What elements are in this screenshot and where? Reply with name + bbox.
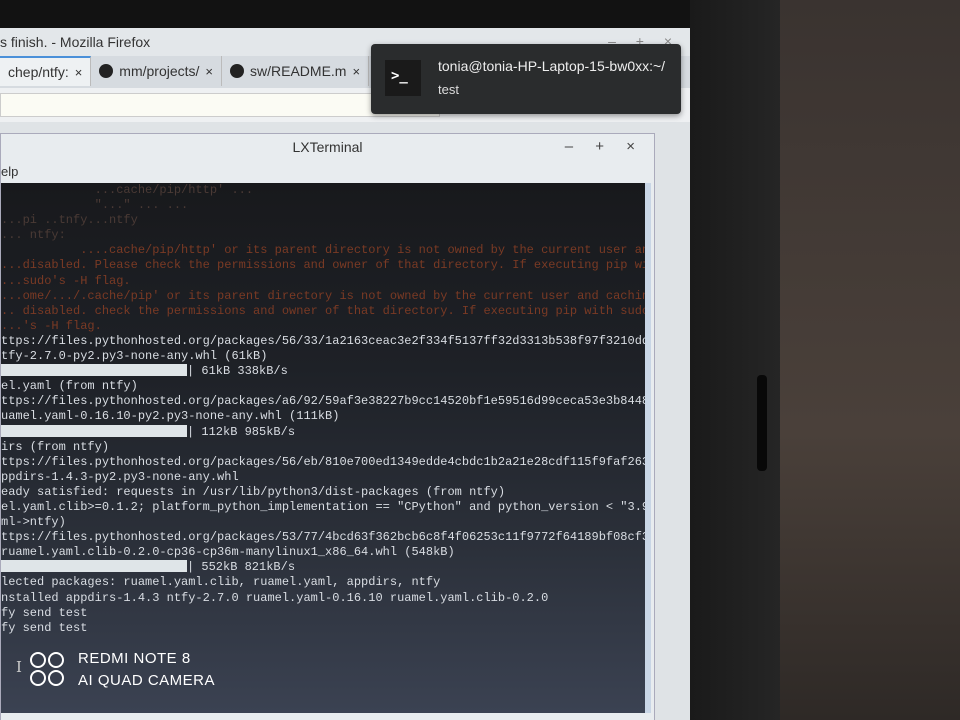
terminal-line: lected packages: ruamel.yaml.clib, ruame…: [1, 575, 651, 590]
terminal-line: ...pi ..tnfy...ntfy: [1, 213, 651, 228]
line-text: "..." ... ...: [1, 198, 189, 213]
desktop-notification[interactable]: >_ tonia@tonia-HP-Laptop-15-bw0xx:~/ tes…: [371, 44, 681, 114]
notification-title: tonia@tonia-HP-Laptop-15-bw0xx:~/: [438, 58, 666, 74]
line-text: | 552kB 821kB/s: [187, 560, 296, 575]
terminal-line: ...ome/.../.cache/pip' or its parent dir…: [1, 289, 651, 304]
laptop-bezel-right: [690, 0, 785, 720]
line-text: ttps://files.pythonhosted.org/packages/5…: [1, 333, 651, 348]
terminal-titlebar[interactable]: LXTerminal – + ×: [1, 134, 654, 161]
terminal-line: | 552kB 821kB/s: [1, 560, 651, 575]
terminal-line: ttps://files.pythonhosted.org/packages/a…: [1, 394, 651, 409]
close-icon[interactable]: ×: [352, 64, 360, 79]
terminal-line: ...'s -H flag.: [1, 319, 651, 334]
tab-readme[interactable]: sw/README.m ×: [222, 56, 370, 86]
terminal-line: ... ntfy:: [1, 228, 651, 243]
terminal-line: ...disabled. Please check the permission…: [1, 258, 651, 273]
terminal-line: ...sudo's -H flag.: [1, 274, 651, 289]
terminal-line: irs (from ntfy): [1, 440, 651, 455]
line-text: ttps://files.pythonhosted.org/packages/5…: [1, 530, 651, 545]
terminal-line: fy send test: [1, 621, 651, 636]
firefox-title: s finish. - Mozilla Firefox: [0, 34, 151, 50]
watermark-model: REDMI NOTE 8: [78, 650, 191, 667]
terminal-line: ppdirs-1.4.3-py2.py3-none-any.whl: [1, 470, 651, 485]
line-text: ...cache/pip/http' ...: [1, 183, 254, 197]
terminal-line: | 112kB 985kB/s: [1, 424, 651, 440]
terminal-menubar: elp: [1, 161, 654, 183]
terminal-line: eady satisfied: requests in /usr/lib/pyt…: [1, 485, 651, 500]
line-text: irs (from ntfy): [1, 439, 110, 454]
progress-bar: [1, 364, 187, 377]
terminal-line: ...cache/pip/http' ...: [1, 183, 651, 198]
terminal-line: el.yaml (from ntfy): [1, 379, 651, 394]
line-text: | 112kB 985kB/s: [187, 424, 296, 439]
notification-body: test: [438, 82, 459, 97]
line-text: ttps://files.pythonhosted.org/packages/a…: [1, 394, 651, 409]
tab-ntfy[interactable]: chep/ntfy: ×: [0, 56, 92, 86]
line-text: el.yaml.clib>=0.1.2; platform_python_imp…: [1, 499, 651, 514]
camera-watermark: REDMI NOTE 8 AI QUAD CAMERA: [30, 648, 215, 692]
terminal-line: ....cache/pip/http' or its parent direct…: [1, 243, 651, 258]
terminal-line: tfy-2.7.0-py2.py3-none-any.whl (61kB): [1, 349, 651, 364]
progress-bar: [1, 424, 187, 437]
terminal-line: fy send test: [1, 606, 651, 621]
progress-bar: [1, 560, 187, 573]
background: [780, 0, 960, 720]
line-text: nstalled appdirs-1.4.3 ntfy-2.7.0 ruamel…: [1, 590, 549, 605]
close-icon[interactable]: ×: [205, 64, 213, 79]
watermark-camera: AI QUAD CAMERA: [78, 672, 216, 689]
screen: s finish. - Mozilla Firefox – + × chep/n…: [0, 28, 690, 720]
terminal-scrollbar[interactable]: [645, 183, 651, 713]
line-text: el.yaml (from ntfy): [1, 379, 138, 394]
line-text: uamel.yaml-0.16.10-py2.py3-none-any.whl …: [1, 409, 340, 424]
terminal-line: ttps://files.pythonhosted.org/packages/5…: [1, 334, 651, 349]
github-icon: [99, 64, 114, 78]
menu-help[interactable]: elp: [1, 164, 18, 179]
terminal-line: uamel.yaml-0.16.10-py2.py3-none-any.whl …: [1, 409, 651, 424]
line-text: ppdirs-1.4.3-py2.py3-none-any.whl: [1, 469, 239, 484]
tab-label: sw/README.m: [250, 63, 347, 79]
terminal-output[interactable]: ...cache/pip/http' ... "..." ... ... ...p…: [1, 183, 651, 713]
terminal-line: el.yaml.clib>=0.1.2; platform_python_imp…: [1, 500, 651, 515]
terminal-line: | 61kB 338kB/s: [1, 364, 651, 379]
line-text: ...'s -H flag.: [1, 318, 102, 333]
line-text: | 61kB 338kB/s: [187, 364, 288, 379]
terminal-line: "..." ... ...: [1, 198, 651, 213]
terminal-icon: >_: [385, 60, 421, 96]
line-text: ...disabled. Please check the permission…: [1, 258, 651, 273]
line-text: lected packages: ruamel.yaml.clib, ruame…: [1, 575, 441, 590]
laptop-side-slot: [757, 375, 767, 471]
line-text: .. disabled. check the permissions and o…: [1, 303, 651, 318]
tab-projects[interactable]: mm/projects/ ×: [91, 56, 223, 86]
terminal-window-controls[interactable]: – + ×: [565, 138, 644, 155]
terminal-line: ttps://files.pythonhosted.org/packages/5…: [1, 530, 651, 545]
lxterminal-window: LXTerminal – + × elp ...cache/pip/http' …: [0, 133, 655, 720]
close-icon[interactable]: ×: [75, 65, 83, 80]
terminal-title: LXTerminal: [292, 139, 363, 155]
line-text: fy send test: [1, 605, 88, 620]
terminal-line: ruamel.yaml.clib-0.2.0-cp36-cp36m-manyli…: [1, 545, 651, 560]
camera-logo-icon: [30, 652, 66, 688]
terminal-line: .. disabled. check the permissions and o…: [1, 304, 651, 319]
line-text: ...pi ..tnfy...ntfy: [1, 213, 138, 228]
line-text: ...sudo's -H flag.: [1, 273, 131, 288]
line-text: ruamel.yaml.clib-0.2.0-cp36-cp36m-manyli…: [1, 545, 455, 560]
terminal-line: ml->ntfy): [1, 515, 651, 530]
line-text: ml->ntfy): [1, 515, 66, 530]
terminal-lines: ...cache/pip/http' ... "..." ... ... ...p…: [1, 183, 651, 636]
text-cursor-icon: I: [16, 658, 22, 676]
tab-label: chep/ntfy:: [8, 64, 69, 80]
line-text: ....cache/pip/http' or its parent direct…: [1, 243, 651, 258]
line-text: fy send test: [1, 620, 88, 635]
line-text: ttps://files.pythonhosted.org/packages/5…: [1, 454, 651, 469]
terminal-line: nstalled appdirs-1.4.3 ntfy-2.7.0 ruamel…: [1, 591, 651, 606]
terminal-line: ttps://files.pythonhosted.org/packages/5…: [1, 455, 651, 470]
line-text: ...ome/.../.cache/pip' or its parent dir…: [1, 288, 651, 303]
line-text: eady satisfied: requests in /usr/lib/pyt…: [1, 484, 506, 499]
tab-label: mm/projects/: [119, 63, 200, 79]
github-icon: [230, 64, 245, 78]
line-text: ... ntfy:: [1, 228, 66, 243]
line-text: tfy-2.7.0-py2.py3-none-any.whl (61kB): [1, 349, 268, 364]
